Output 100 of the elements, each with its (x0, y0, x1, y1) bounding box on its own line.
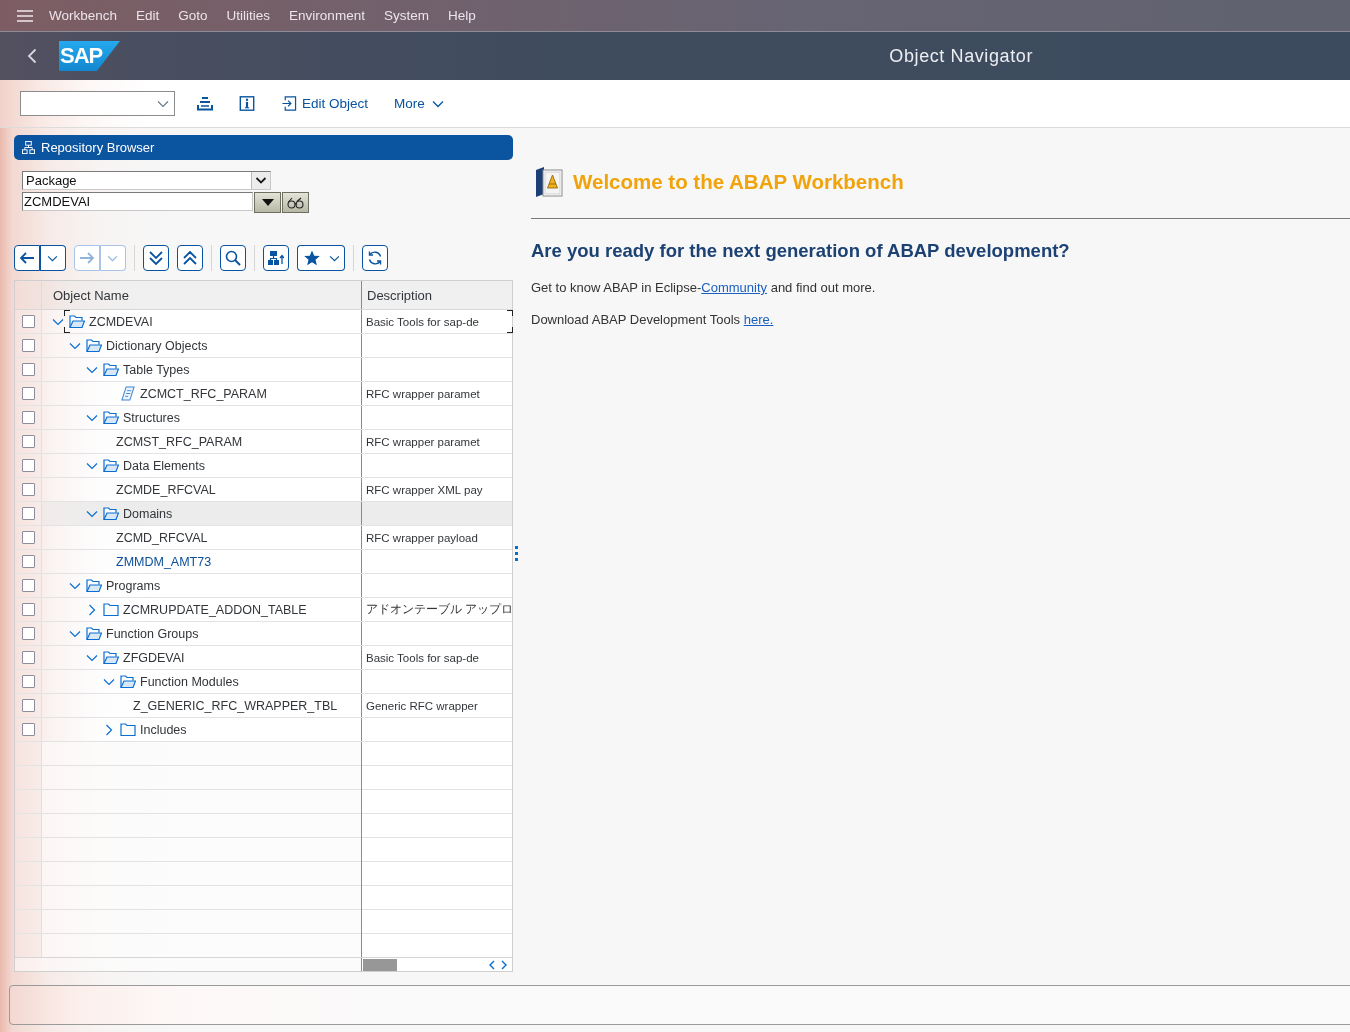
chevron-down-icon (251, 172, 270, 189)
checkbox[interactable] (21, 315, 35, 328)
object-description: Basic Tools for sap-de (366, 315, 479, 328)
menu-item[interactable]: Environment (289, 8, 365, 23)
checkbox[interactable] (21, 339, 35, 352)
hierarchy-button[interactable] (263, 245, 289, 271)
object-name: Structures (123, 410, 180, 425)
checkbox[interactable] (21, 699, 35, 712)
welcome-text: Download ABAP Development Tools here. (531, 312, 775, 327)
object-name-field[interactable]: ZCMDEVAI (22, 192, 253, 211)
object-name: ZCMRUPDATE_ADDON_TABLE (123, 602, 307, 617)
object-name: Dictionary Objects (106, 338, 208, 353)
chevron-down-icon (329, 254, 340, 262)
expand-all-button[interactable] (143, 245, 169, 271)
hierarchy-arrow-icon (268, 250, 284, 266)
object-description: RFC wrapper XML pay (366, 483, 483, 496)
open-folder-icon (103, 650, 119, 665)
link[interactable]: Community (701, 280, 768, 295)
object-name: Function Modules (140, 674, 239, 689)
document-icon (120, 386, 136, 401)
welcome-title: Welcome to the ABAP Workbench (573, 170, 904, 194)
open-folder-icon (103, 458, 119, 473)
stack-icon[interactable] (197, 96, 213, 111)
search-button[interactable] (220, 245, 246, 271)
object-name: ZCMDEVAI (89, 314, 153, 329)
grip-dots-icon[interactable] (515, 545, 518, 561)
info-icon[interactable] (239, 96, 255, 111)
scrollbar-thumb[interactable] (363, 959, 397, 971)
checkbox[interactable] (21, 507, 35, 520)
collapse-all-button[interactable] (177, 245, 203, 271)
back-button[interactable] (14, 245, 40, 271)
link[interactable]: here. (743, 312, 774, 327)
folder-icon (103, 602, 119, 617)
chevron-right-icon[interactable] (86, 603, 98, 616)
object-name: Function Groups (106, 626, 199, 641)
menu-item[interactable]: Edit (136, 8, 160, 23)
object-name: Data Elements (123, 458, 205, 473)
dropdown-button[interactable] (254, 192, 281, 213)
checkbox[interactable] (21, 603, 35, 616)
dropdown-button[interactable] (325, 245, 345, 271)
column-header[interactable]: Description (361, 281, 512, 309)
object-name: Z_GENERIC_RFC_WRAPPER_TBL (133, 698, 338, 713)
checkbox[interactable] (21, 723, 35, 736)
chevron-right-icon[interactable] (501, 959, 507, 970)
checkbox[interactable] (21, 483, 35, 496)
welcome-heading: Are you ready for the next generation of ABAP development? (531, 240, 1071, 262)
open-folder-icon (103, 362, 119, 377)
checkbox[interactable] (21, 411, 35, 424)
checkbox[interactable] (21, 555, 35, 568)
object-name: ZCMDE_RFCVAL (116, 482, 216, 497)
checkbox[interactable] (21, 651, 35, 664)
object-name: Table Types (123, 362, 190, 377)
object-description: RFC wrapper paramet (366, 387, 480, 400)
checkbox[interactable] (21, 531, 35, 544)
dropdown-button[interactable] (40, 245, 66, 271)
object-name: Programs (106, 578, 161, 593)
more-button[interactable]: More (394, 96, 444, 111)
open-folder-icon (86, 578, 102, 593)
object-name: ZMMDM_AMT73 (116, 554, 212, 569)
chevron-down-icon (107, 254, 118, 262)
chevron-down-icon (431, 99, 444, 108)
menu-item[interactable]: Goto (178, 8, 208, 23)
object-description: Generic RFC wrapper (366, 699, 478, 712)
edit-object-button[interactable]: Edit Object (281, 96, 369, 111)
double-chevron-up-icon (182, 250, 198, 266)
book-icon (535, 167, 563, 197)
chevron-down-icon (157, 99, 169, 108)
menu-item[interactable]: Help (447, 8, 476, 23)
open-folder-icon (103, 506, 119, 521)
arrow-right-icon (79, 250, 95, 266)
menu-item[interactable]: Utilities (226, 8, 271, 23)
open-folder-icon (120, 674, 136, 689)
checkbox[interactable] (21, 627, 35, 640)
object-name: ZFGDEVAI (123, 650, 185, 665)
checkbox[interactable] (21, 579, 35, 592)
arrow-left-icon (19, 250, 35, 266)
column-header[interactable]: Object Name (41, 281, 361, 309)
command-field[interactable] (20, 91, 175, 116)
menu-icon[interactable] (17, 9, 33, 22)
object-type-select[interactable]: Package (22, 171, 271, 190)
checkbox[interactable] (21, 459, 35, 472)
chevron-left-icon[interactable] (489, 959, 495, 970)
object-name: Includes (140, 722, 187, 737)
triangle-down-icon (261, 199, 274, 206)
checkbox[interactable] (21, 435, 35, 448)
folder-icon (120, 722, 136, 737)
menu-item[interactable]: System (383, 8, 429, 23)
refresh-button[interactable] (362, 245, 388, 271)
checkbox[interactable] (21, 363, 35, 376)
object-description: RFC wrapper paramet (366, 435, 480, 448)
checkbox[interactable] (21, 675, 35, 688)
chevron-right-icon[interactable] (103, 723, 115, 736)
arrow-into-box-icon (281, 96, 297, 111)
favorites-button[interactable] (297, 245, 325, 271)
open-folder-icon (86, 626, 102, 641)
menu-item[interactable]: Workbench (49, 8, 118, 23)
back-icon[interactable] (27, 48, 37, 64)
display-button[interactable] (282, 192, 309, 213)
object-description: アドオンテーブル アップロ (366, 602, 512, 617)
checkbox[interactable] (21, 387, 35, 400)
